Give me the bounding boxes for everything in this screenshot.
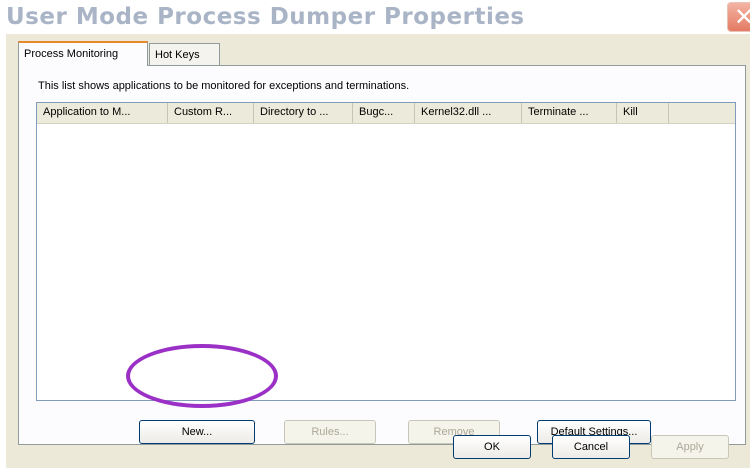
list-description: This list shows applications to be monit…	[38, 80, 410, 92]
properties-window: User Mode Process Dumper Properties ✕ Pr…	[0, 0, 750, 468]
column-header-directory[interactable]: Directory to ...	[254, 103, 353, 123]
list-header: Application to M... Custom R... Director…	[37, 103, 735, 124]
column-header-application[interactable]: Application to M...	[37, 103, 168, 123]
apply-button[interactable]: Apply	[651, 435, 729, 459]
column-header-kill[interactable]: Kill	[617, 103, 669, 123]
column-header-kernel32[interactable]: Kernel32.dll ...	[415, 103, 522, 123]
column-header-custom-rules[interactable]: Custom R...	[168, 103, 254, 123]
close-icon[interactable]: ✕	[727, 2, 750, 32]
dialog-body: Process Monitoring Hot Keys This list sh…	[6, 34, 750, 468]
rules-button[interactable]: Rules...	[284, 420, 376, 444]
monitored-applications-list[interactable]: Application to M... Custom R... Director…	[36, 102, 736, 401]
tab-panel-process-monitoring: This list shows applications to be monit…	[18, 65, 746, 445]
window-title: User Mode Process Dumper Properties	[6, 4, 525, 30]
title-bar[interactable]: User Mode Process Dumper Properties	[0, 0, 750, 38]
cancel-button[interactable]: Cancel	[552, 435, 630, 459]
ok-button[interactable]: OK	[453, 435, 531, 459]
tab-hot-keys[interactable]: Hot Keys	[149, 43, 220, 66]
new-button[interactable]: New...	[139, 420, 255, 444]
column-header-terminate[interactable]: Terminate ...	[522, 103, 617, 123]
column-header-bugcheck[interactable]: Bugc...	[353, 103, 415, 123]
tab-process-monitoring[interactable]: Process Monitoring	[18, 41, 148, 66]
